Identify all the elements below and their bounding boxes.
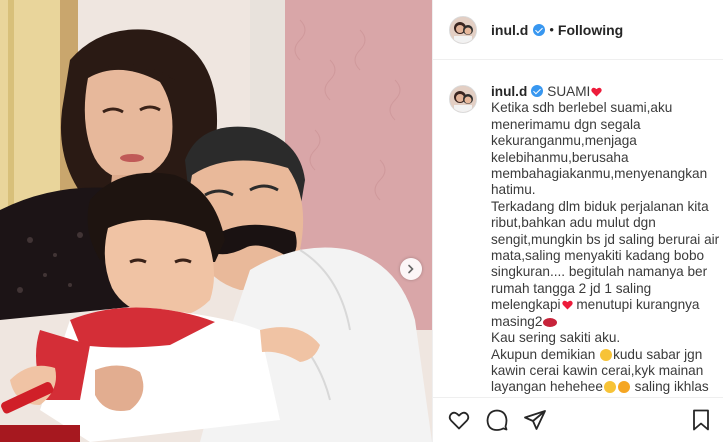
post-header: inul.d • Following — [433, 0, 723, 60]
caption-line: Ketika sdh berlebel suami,aku — [491, 100, 673, 116]
caption-line: Terkadang dlm biduk perjalanan kita — [491, 198, 709, 214]
caption-line: layangan hehehee saling ikhlas — [491, 379, 717, 395]
post-action-bar — [433, 397, 723, 442]
red-heart-emoji-icon — [591, 87, 602, 97]
grin-emoji-icon — [603, 381, 616, 394]
carousel-next-button[interactable] — [400, 258, 422, 280]
caption-line: Akupun demikian kudu sabar jgn — [491, 347, 717, 363]
instagram-post-window: inul.d • Following inul.d SUAMI Ketika sd… — [0, 0, 723, 442]
caption-line: Kau sering sakiti aku. — [491, 330, 621, 346]
caption-line: mata,saling menyakiti kadang bobo — [491, 248, 705, 264]
like-button[interactable] — [447, 408, 471, 432]
family-photo-image — [0, 0, 432, 442]
following-button[interactable]: Following — [558, 22, 623, 38]
caption-line: kawin cerai kawin cerai,kyk mainan — [491, 362, 704, 378]
caption-fragment: saling ikhlas — [634, 379, 709, 395]
caption-text: inul.d SUAMI Ketika sdh berlebel suami,ak… — [491, 84, 720, 396]
verified-badge-icon — [533, 23, 546, 36]
post-photo[interactable] — [0, 0, 432, 442]
save-button[interactable] — [689, 408, 713, 432]
heart-outline-icon — [448, 411, 470, 430]
lips-emoji-icon — [543, 317, 558, 327]
caption-line: masing2 — [491, 314, 717, 330]
caption-line: membahagiakanmu,menyenangkan — [491, 166, 708, 182]
chevron-right-icon — [408, 264, 414, 274]
caption-line: sengit,mungkin bs jd saling berurai air — [491, 231, 720, 247]
caption-line: melengkapi menutupi kurangnya — [491, 297, 717, 313]
share-button[interactable] — [523, 408, 547, 432]
caption-avatar[interactable] — [449, 85, 477, 113]
caption-title: SUAMI — [547, 84, 591, 99]
caption-line: rumah tangga 2 jd 1 saling — [491, 280, 652, 296]
verified-badge-icon — [531, 85, 544, 97]
caption-section: inul.d SUAMI Ketika sdh berlebel suami,ak… — [433, 77, 723, 397]
thinking-face-emoji-icon — [600, 348, 613, 361]
comment-bubble-icon — [486, 409, 508, 431]
post-username[interactable]: inul.d — [491, 22, 528, 38]
caption-line: kelebihanmu,berusaha — [491, 149, 629, 165]
caption-line: kekuranganmu,menjaga — [491, 133, 637, 149]
paper-plane-icon — [524, 410, 546, 430]
bookmark-icon — [693, 409, 709, 431]
separator-dot: • — [549, 22, 554, 37]
caption-fragment: menutupi kurangnya — [576, 297, 700, 313]
caption-line: inul.d SUAMI — [491, 84, 717, 100]
caption-line: hatimu. — [491, 182, 536, 198]
comment-button[interactable] — [485, 408, 509, 432]
profile-avatar[interactable] — [449, 15, 477, 44]
avatar-image — [450, 86, 476, 112]
caption-line: menerimamu dgn segala — [491, 116, 641, 132]
caption-fragment: Akupun demikian — [491, 346, 596, 362]
heart-eyes-emoji-icon — [617, 381, 630, 394]
caption-username[interactable]: inul.d — [491, 84, 527, 99]
red-heart-emoji-icon — [561, 300, 573, 310]
post-side-panel: inul.d • Following inul.d SUAMI Ketika sd… — [432, 0, 723, 442]
caption-fragment: layangan hehehee — [491, 379, 603, 395]
caption-line: ribut,bahkan adu mulut dgn — [491, 215, 656, 231]
caption-line: singkuran.... begitulah namanya ber — [491, 264, 708, 280]
avatar-image — [450, 16, 476, 43]
caption-fragment: melengkapi — [491, 297, 561, 313]
caption-fragment: masing2 — [491, 313, 543, 329]
caption-fragment: kudu sabar jgn — [613, 346, 703, 362]
